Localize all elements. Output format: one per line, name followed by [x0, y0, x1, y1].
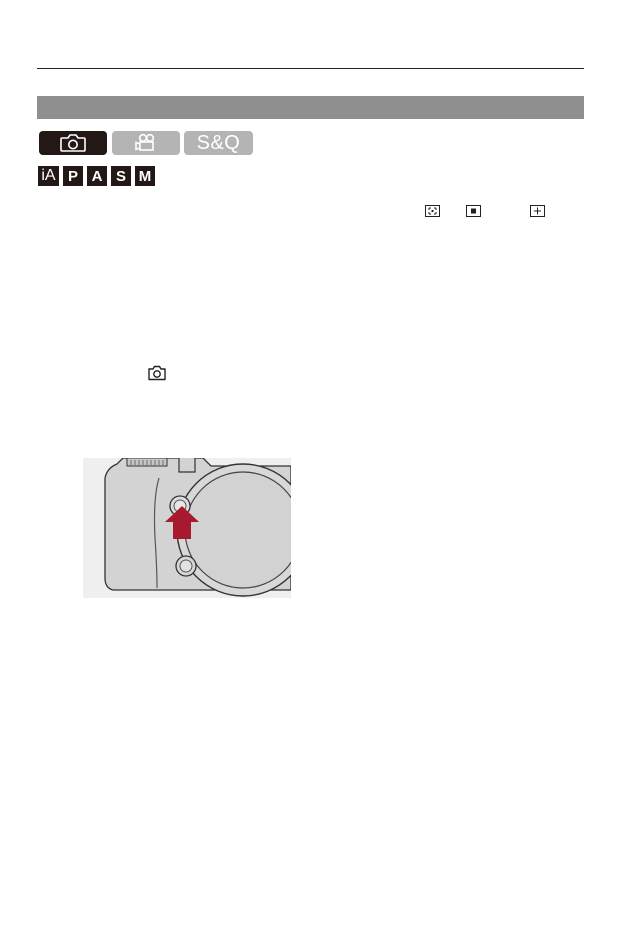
photo-mode-tab: [39, 131, 107, 155]
mode-badge-ia: iA: [38, 166, 59, 186]
camera-body-button-illustration: [83, 458, 291, 598]
header-divider: [37, 68, 584, 69]
video-camera-icon: [133, 133, 159, 153]
mode-badge-p: P: [63, 166, 83, 186]
camera-icon: [147, 365, 167, 386]
section-title-bar: [37, 96, 584, 119]
mode-badge-s: S: [111, 166, 131, 186]
af-area-icon: [425, 205, 440, 217]
mode-badge-a: A: [87, 166, 107, 186]
af-cross-icon: [530, 205, 545, 217]
camera-icon: [59, 133, 87, 153]
mode-badge-m: M: [135, 166, 155, 186]
snq-mode-label: S&Q: [196, 132, 241, 154]
video-mode-tab: [112, 131, 180, 155]
af-pinpoint-icon: [466, 205, 481, 217]
exposure-mode-badges: iA P A S M: [38, 166, 155, 186]
snq-mode-tab: S&Q: [184, 131, 253, 155]
